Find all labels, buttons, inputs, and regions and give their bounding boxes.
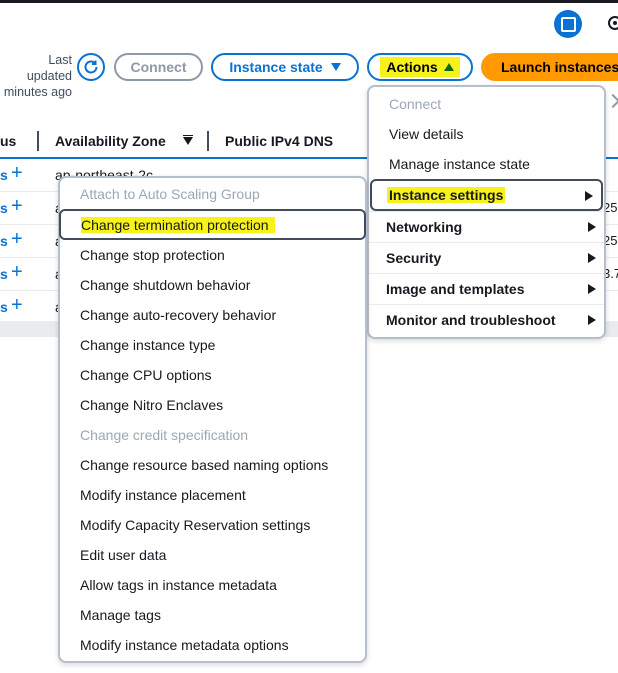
- refresh-icon: [84, 60, 98, 74]
- submenu-item-attach-asg: Attach to Auto Scaling Group: [60, 179, 365, 209]
- submenu-item-label: Change stop protection: [80, 247, 225, 263]
- status-link[interactable]: s: [0, 233, 8, 249]
- menu-item-label: Image and templates: [386, 281, 525, 297]
- submenu-item-label: Modify instance placement: [80, 487, 246, 503]
- submenu-item-label: Attach to Auto Scaling Group: [80, 186, 260, 202]
- menu-item-security[interactable]: Security: [369, 242, 604, 273]
- menu-item-manage-instance-state[interactable]: Manage instance state: [369, 149, 604, 179]
- menu-item-label: View details: [389, 126, 464, 142]
- status-link[interactable]: s: [0, 299, 8, 315]
- submenu-item-change-credit-spec: Change credit specification: [60, 420, 365, 450]
- menu-item-image-and-templates[interactable]: Image and templates: [369, 273, 604, 304]
- submenu-item-label: Change shutdown behavior: [80, 277, 251, 293]
- submenu-item-label: Change auto-recovery behavior: [80, 307, 277, 323]
- launch-instances-button[interactable]: Launch instances: [481, 53, 618, 81]
- menu-item-label: Monitor and troubleshoot: [386, 312, 556, 328]
- actions-menu: Connect View details Manage instance sta…: [367, 85, 606, 339]
- submenu-item-label: Modify instance metadata options: [80, 637, 289, 653]
- instance-state-button[interactable]: Instance state: [211, 53, 359, 81]
- submenu-item-label: Allow tags in instance metadata: [80, 577, 277, 593]
- submenu-item-change-resource-naming[interactable]: Change resource based naming options: [60, 450, 365, 480]
- submenu-item-label: Edit user data: [80, 547, 167, 563]
- submenu-item-change-stop-protection[interactable]: Change stop protection: [60, 240, 365, 270]
- submenu-item-change-auto-recovery[interactable]: Change auto-recovery behavior: [60, 300, 365, 330]
- zoom-in-icon[interactable]: +: [11, 229, 23, 249]
- actions-button[interactable]: Actions: [367, 53, 473, 81]
- submenu-item-change-nitro-enclaves[interactable]: Change Nitro Enclaves: [60, 390, 365, 420]
- status-link[interactable]: s: [0, 266, 8, 282]
- menu-item-networking[interactable]: Networking: [369, 211, 604, 242]
- zoom-in-icon[interactable]: +: [11, 295, 23, 315]
- menu-item-label: Manage instance state: [389, 156, 530, 172]
- column-header-status-stub[interactable]: us: [0, 133, 16, 149]
- zoom-in-icon[interactable]: +: [11, 163, 23, 183]
- last-updated-text: Last updated minutes ago: [3, 53, 72, 99]
- status-link[interactable]: s: [0, 200, 8, 216]
- zoom-in-icon[interactable]: +: [11, 196, 23, 216]
- status-link[interactable]: s: [0, 167, 8, 183]
- menu-item-view-details[interactable]: View details: [369, 119, 604, 149]
- submenu-item-allow-tags-metadata[interactable]: Allow tags in instance metadata: [60, 570, 365, 600]
- submenu-item-edit-user-data[interactable]: Edit user data: [60, 540, 365, 570]
- column-divider[interactable]: [37, 131, 39, 151]
- submenu-item-change-termination-protection[interactable]: Change termination protection: [59, 209, 366, 240]
- column-divider[interactable]: [207, 131, 209, 151]
- refresh-button[interactable]: [77, 53, 105, 81]
- menu-item-label: Instance settings: [387, 187, 506, 203]
- settings-icon[interactable]: [605, 13, 618, 33]
- submenu-item-label: Change instance type: [80, 337, 216, 353]
- caret-right-icon: [588, 315, 596, 325]
- caret-right-icon: [588, 222, 596, 232]
- instance-state-label: Instance state: [229, 59, 323, 75]
- caret-right-icon: [585, 191, 593, 201]
- submenu-item-label: Change credit specification: [80, 427, 249, 443]
- menu-item-label: Connect: [389, 96, 442, 112]
- sort-icon[interactable]: [183, 135, 193, 145]
- menu-item-label: Networking: [386, 219, 463, 235]
- submenu-item-label: Manage tags: [80, 607, 161, 623]
- submenu-item-change-shutdown-behavior[interactable]: Change shutdown behavior: [60, 270, 365, 300]
- menu-item-connect: Connect: [369, 89, 604, 119]
- submenu-item-label: Change termination protection: [81, 216, 275, 233]
- submenu-item-label: Change resource based naming options: [80, 457, 329, 473]
- caret-right-icon: [588, 284, 596, 294]
- submenu-item-label: Change Nitro Enclaves: [80, 397, 224, 413]
- caret-down-icon: [330, 63, 341, 71]
- caret-right-icon: [588, 253, 596, 263]
- submenu-item-manage-tags[interactable]: Manage tags: [60, 600, 365, 630]
- top-bar: [0, 0, 618, 3]
- column-header-public-ipv4-dns[interactable]: Public IPv4 DNS: [225, 133, 333, 149]
- submenu-item-modify-placement[interactable]: Modify instance placement: [60, 480, 365, 510]
- panel-toggle-icon[interactable]: [554, 10, 582, 38]
- launch-label: Launch instances: [501, 59, 618, 75]
- actions-label: Actions: [386, 59, 438, 75]
- menu-item-monitor-and-troubleshoot[interactable]: Monitor and troubleshoot: [369, 304, 604, 335]
- instance-settings-submenu: Attach to Auto Scaling Group Change term…: [58, 176, 367, 663]
- chevron-right-icon[interactable]: [605, 93, 618, 109]
- submenu-item-modify-metadata-options[interactable]: Modify instance metadata options: [60, 630, 365, 660]
- connect-label: Connect: [130, 59, 187, 75]
- submenu-item-modify-capacity-reservation[interactable]: Modify Capacity Reservation settings: [60, 510, 365, 540]
- menu-item-instance-settings[interactable]: Instance settings: [370, 179, 603, 211]
- submenu-item-label: Change CPU options: [80, 367, 212, 383]
- submenu-item-label: Modify Capacity Reservation settings: [80, 517, 311, 533]
- caret-up-icon: [443, 63, 454, 71]
- zoom-in-icon[interactable]: +: [11, 262, 23, 282]
- column-header-availability-zone[interactable]: Availability Zone: [55, 133, 166, 149]
- submenu-item-change-cpu-options[interactable]: Change CPU options: [60, 360, 365, 390]
- menu-item-label: Security: [386, 250, 442, 266]
- connect-button[interactable]: Connect: [114, 53, 203, 81]
- submenu-item-change-instance-type[interactable]: Change instance type: [60, 330, 365, 360]
